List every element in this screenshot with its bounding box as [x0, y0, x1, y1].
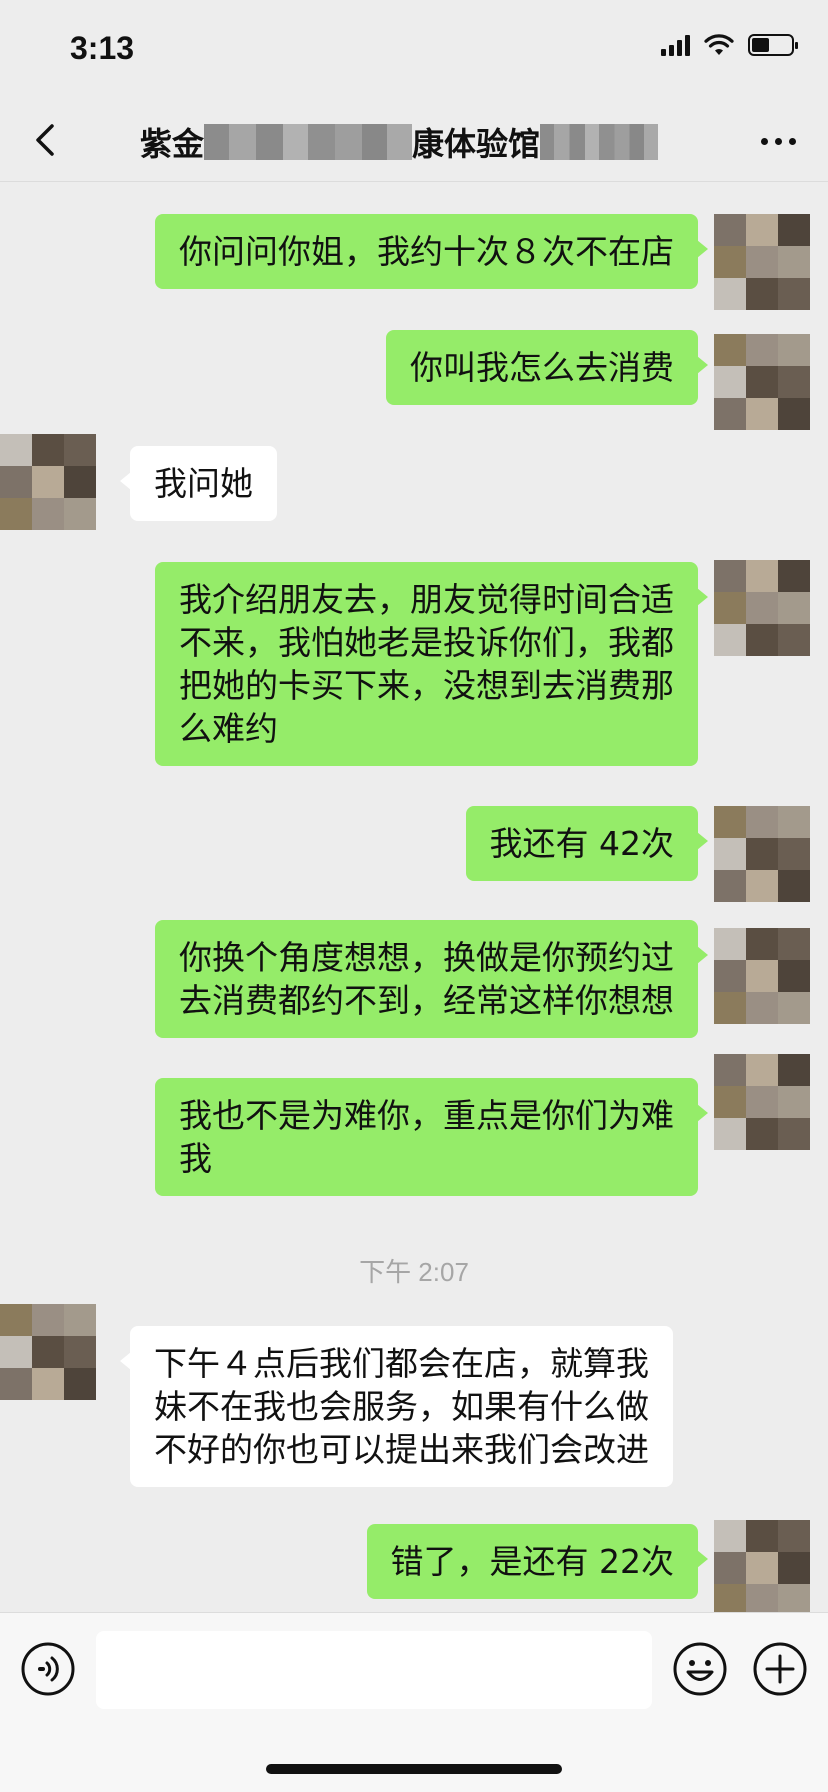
battery-icon: [748, 34, 798, 56]
message-bubble-other[interactable]: 我问她: [120, 446, 277, 521]
avatar[interactable]: [714, 214, 810, 310]
chat-title-right: 康体验馆: [412, 125, 541, 163]
message-text: 我介绍朋友去，朋友觉得时间合适 不来，我怕她老是投诉你们，我都 把她的卡买下来，…: [179, 580, 674, 748]
chat-title: 紫金 康体验馆: [140, 120, 659, 164]
message-bubble-self[interactable]: 我还有 42次: [465, 806, 709, 881]
message-bubble-self[interactable]: 我也不是为难你，重点是你们为难 我: [155, 1078, 708, 1196]
message-bubble-self[interactable]: 你叫我怎么去消费: [386, 330, 708, 405]
message-text: 你换个角度想想，换做是你预约过 去消费都约不到，经常这样你想想: [179, 938, 674, 1020]
avatar[interactable]: [714, 560, 810, 656]
redacted-name-block: [204, 124, 413, 160]
plus-icon[interactable]: [752, 1641, 808, 1697]
message-text: 你问问你姐，我约十次８次不在店: [179, 232, 674, 271]
message-text: 我也不是为难你，重点是你们为难 我: [179, 1096, 674, 1178]
message-bubble-self[interactable]: 你问问你姐，我约十次８次不在店: [155, 214, 708, 289]
chevron-left-icon[interactable]: [26, 120, 66, 160]
avatar[interactable]: [0, 434, 96, 530]
message-bubble-self[interactable]: 我介绍朋友去，朋友觉得时间合适 不来，我怕她老是投诉你们，我都 把她的卡买下来，…: [155, 562, 708, 766]
message-input[interactable]: [96, 1631, 652, 1709]
avatar[interactable]: [0, 1304, 96, 1400]
input-bar: [0, 1612, 828, 1792]
avatar[interactable]: [714, 928, 810, 1024]
message-text: 我还有 42次: [489, 824, 674, 863]
avatar[interactable]: [714, 334, 810, 430]
status-bar: 3:13: [0, 0, 828, 100]
home-indicator: [266, 1764, 562, 1774]
message-bubble-self[interactable]: 错了，是还有 22次: [366, 1524, 709, 1599]
redacted-name-block: [540, 124, 659, 160]
status-time: 3:13: [70, 30, 135, 66]
message-bubble-self[interactable]: 你换个角度想想，换做是你预约过 去消费都约不到，经常这样你想想: [155, 920, 708, 1038]
avatar[interactable]: [714, 1054, 810, 1150]
more-icon[interactable]: [761, 138, 796, 145]
message-text: 错了，是还有 22次: [390, 1542, 674, 1581]
avatar[interactable]: [714, 806, 810, 902]
avatar[interactable]: [714, 1520, 810, 1616]
message-text: 你叫我怎么去消费: [410, 348, 674, 387]
message-bubble-other[interactable]: 下午４点后我们都会在店，就算我 妹不在我也会服务，如果有什么做 不好的你也可以提…: [120, 1326, 673, 1487]
timestamp-label: 下午 2:07: [359, 1257, 469, 1287]
message-text: 下午４点后我们都会在店，就算我 妹不在我也会服务，如果有什么做 不好的你也可以提…: [154, 1344, 649, 1469]
voice-icon[interactable]: [20, 1641, 76, 1697]
message-text: 我问她: [154, 464, 253, 503]
status-icons: [661, 34, 798, 56]
emoji-icon[interactable]: [672, 1641, 728, 1697]
chat-header: 紫金 康体验馆: [0, 100, 828, 182]
wifi-icon: [704, 34, 734, 55]
cellular-signal-icon: [661, 34, 690, 56]
chat-title-left: 紫金: [140, 125, 205, 163]
